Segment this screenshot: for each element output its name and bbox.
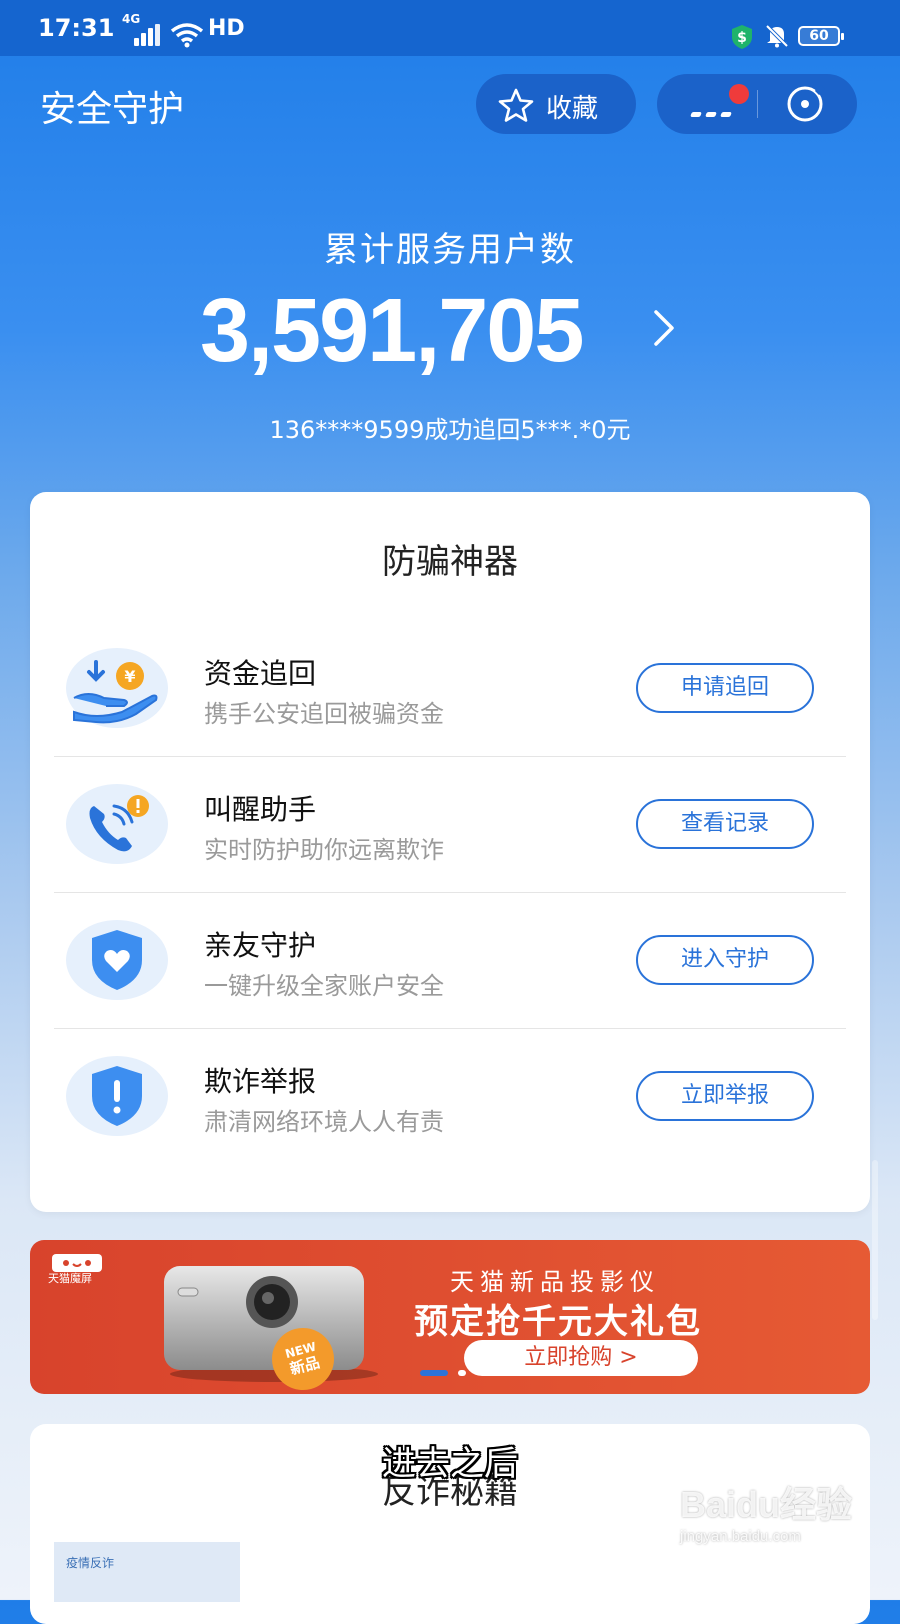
money-hand-icon: ¥ [66, 648, 168, 728]
tool-title: 资金追回 [204, 657, 317, 690]
user-count-value[interactable]: 3,591,705 [200, 280, 584, 383]
list-item[interactable]: ¥ 资金追回 携手公安追回被骗资金 申请追回 [54, 620, 846, 757]
watermark-url: jingyan.baidu.com [680, 1528, 801, 1545]
tool-subtitle: 携手公安追回被骗资金 [204, 700, 444, 728]
mute-bell-icon [765, 24, 789, 48]
anti-fraud-tools-card: 防骗神器 ¥ 资金追回 携手公安追回被骗资金 申请追回 叫醒助手 实时防护助你远… [30, 492, 870, 1212]
capsule-divider [757, 90, 758, 118]
chevron-right-icon[interactable] [650, 306, 678, 350]
battery-level: 60 [809, 28, 829, 44]
thumbnail-label: 疫情反诈 [66, 1556, 115, 1570]
list-item[interactable]: 亲友守护 一键升级全家账户安全 进入守护 [54, 892, 846, 1029]
watermark-brand: Baidu经验 [680, 1484, 853, 1525]
carousel-dot-active[interactable] [420, 1370, 448, 1376]
promo-banner[interactable]: 天猫魔屏 NEW 新品 天猫新品投影仪 预定抢千元大礼包 立即抢购 > [30, 1240, 870, 1394]
tool-title: 叫醒助手 [204, 793, 317, 826]
tool-subtitle: 肃清网络环境人人有责 [204, 1108, 444, 1136]
brand-label: 天猫魔屏 [48, 1272, 92, 1285]
tool-subtitle: 一键升级全家账户安全 [204, 972, 444, 1000]
notification-dot [729, 84, 749, 104]
user-count-label: 累计服务用户数 [324, 230, 576, 270]
capsule-menu [657, 74, 857, 134]
view-records-button[interactable]: 查看记录 [636, 799, 814, 849]
tool-title: 亲友守护 [204, 929, 317, 962]
apply-recovery-button[interactable]: 申请追回 [636, 663, 814, 713]
report-now-button[interactable]: 立即举报 [636, 1071, 814, 1121]
wifi-icon [170, 23, 204, 48]
svg-text:$: $ [737, 30, 747, 46]
baidu-watermark: Baidu经验 jingyan.baidu.com [680, 1476, 852, 1545]
heart-shield-icon [66, 920, 168, 1000]
buy-now-button[interactable]: 立即抢购 > [464, 1340, 698, 1376]
banner-headline: 天猫新品投影仪 [450, 1268, 660, 1296]
tool-subtitle: 实时防护助你远离欺诈 [204, 836, 444, 864]
favorite-label: 收藏 [546, 94, 599, 124]
scrollbar [872, 1160, 878, 1320]
close-miniprogram-icon[interactable] [783, 84, 827, 124]
alert-shield-icon [66, 1056, 168, 1136]
signal-icon [134, 24, 160, 46]
section-title: 防骗神器 [382, 542, 518, 582]
enter-guard-button[interactable]: 进入守护 [636, 935, 814, 985]
recovery-ticker: 136****9599成功追回5***.*0元 [269, 416, 631, 444]
svg-text:¥: ¥ [124, 667, 135, 686]
security-shield-icon: $ [732, 25, 752, 49]
banner-subheadline: 预定抢千元大礼包 [414, 1302, 702, 1342]
favorite-button[interactable]: 收藏 [476, 74, 636, 134]
carousel-dot[interactable] [458, 1370, 466, 1376]
tool-title: 欺诈举报 [204, 1065, 317, 1098]
star-icon [498, 88, 534, 122]
list-item[interactable]: 欺诈举报 肃清网络环境人人有责 立即举报 [54, 1028, 846, 1164]
article-thumbnail[interactable]: 疫情反诈 [54, 1542, 240, 1602]
battery-icon: 60 [798, 26, 844, 46]
status-time: 17:31 [38, 14, 115, 42]
hd-indicator: HD [208, 16, 245, 41]
page-title: 安全守护 [40, 89, 185, 130]
more-icon[interactable] [690, 102, 736, 121]
phone-alert-icon [66, 784, 168, 864]
status-bar: 17:31 4G HD $ 60 [0, 0, 900, 56]
list-item[interactable]: 叫醒助手 实时防护助你远离欺诈 查看记录 [54, 756, 846, 893]
